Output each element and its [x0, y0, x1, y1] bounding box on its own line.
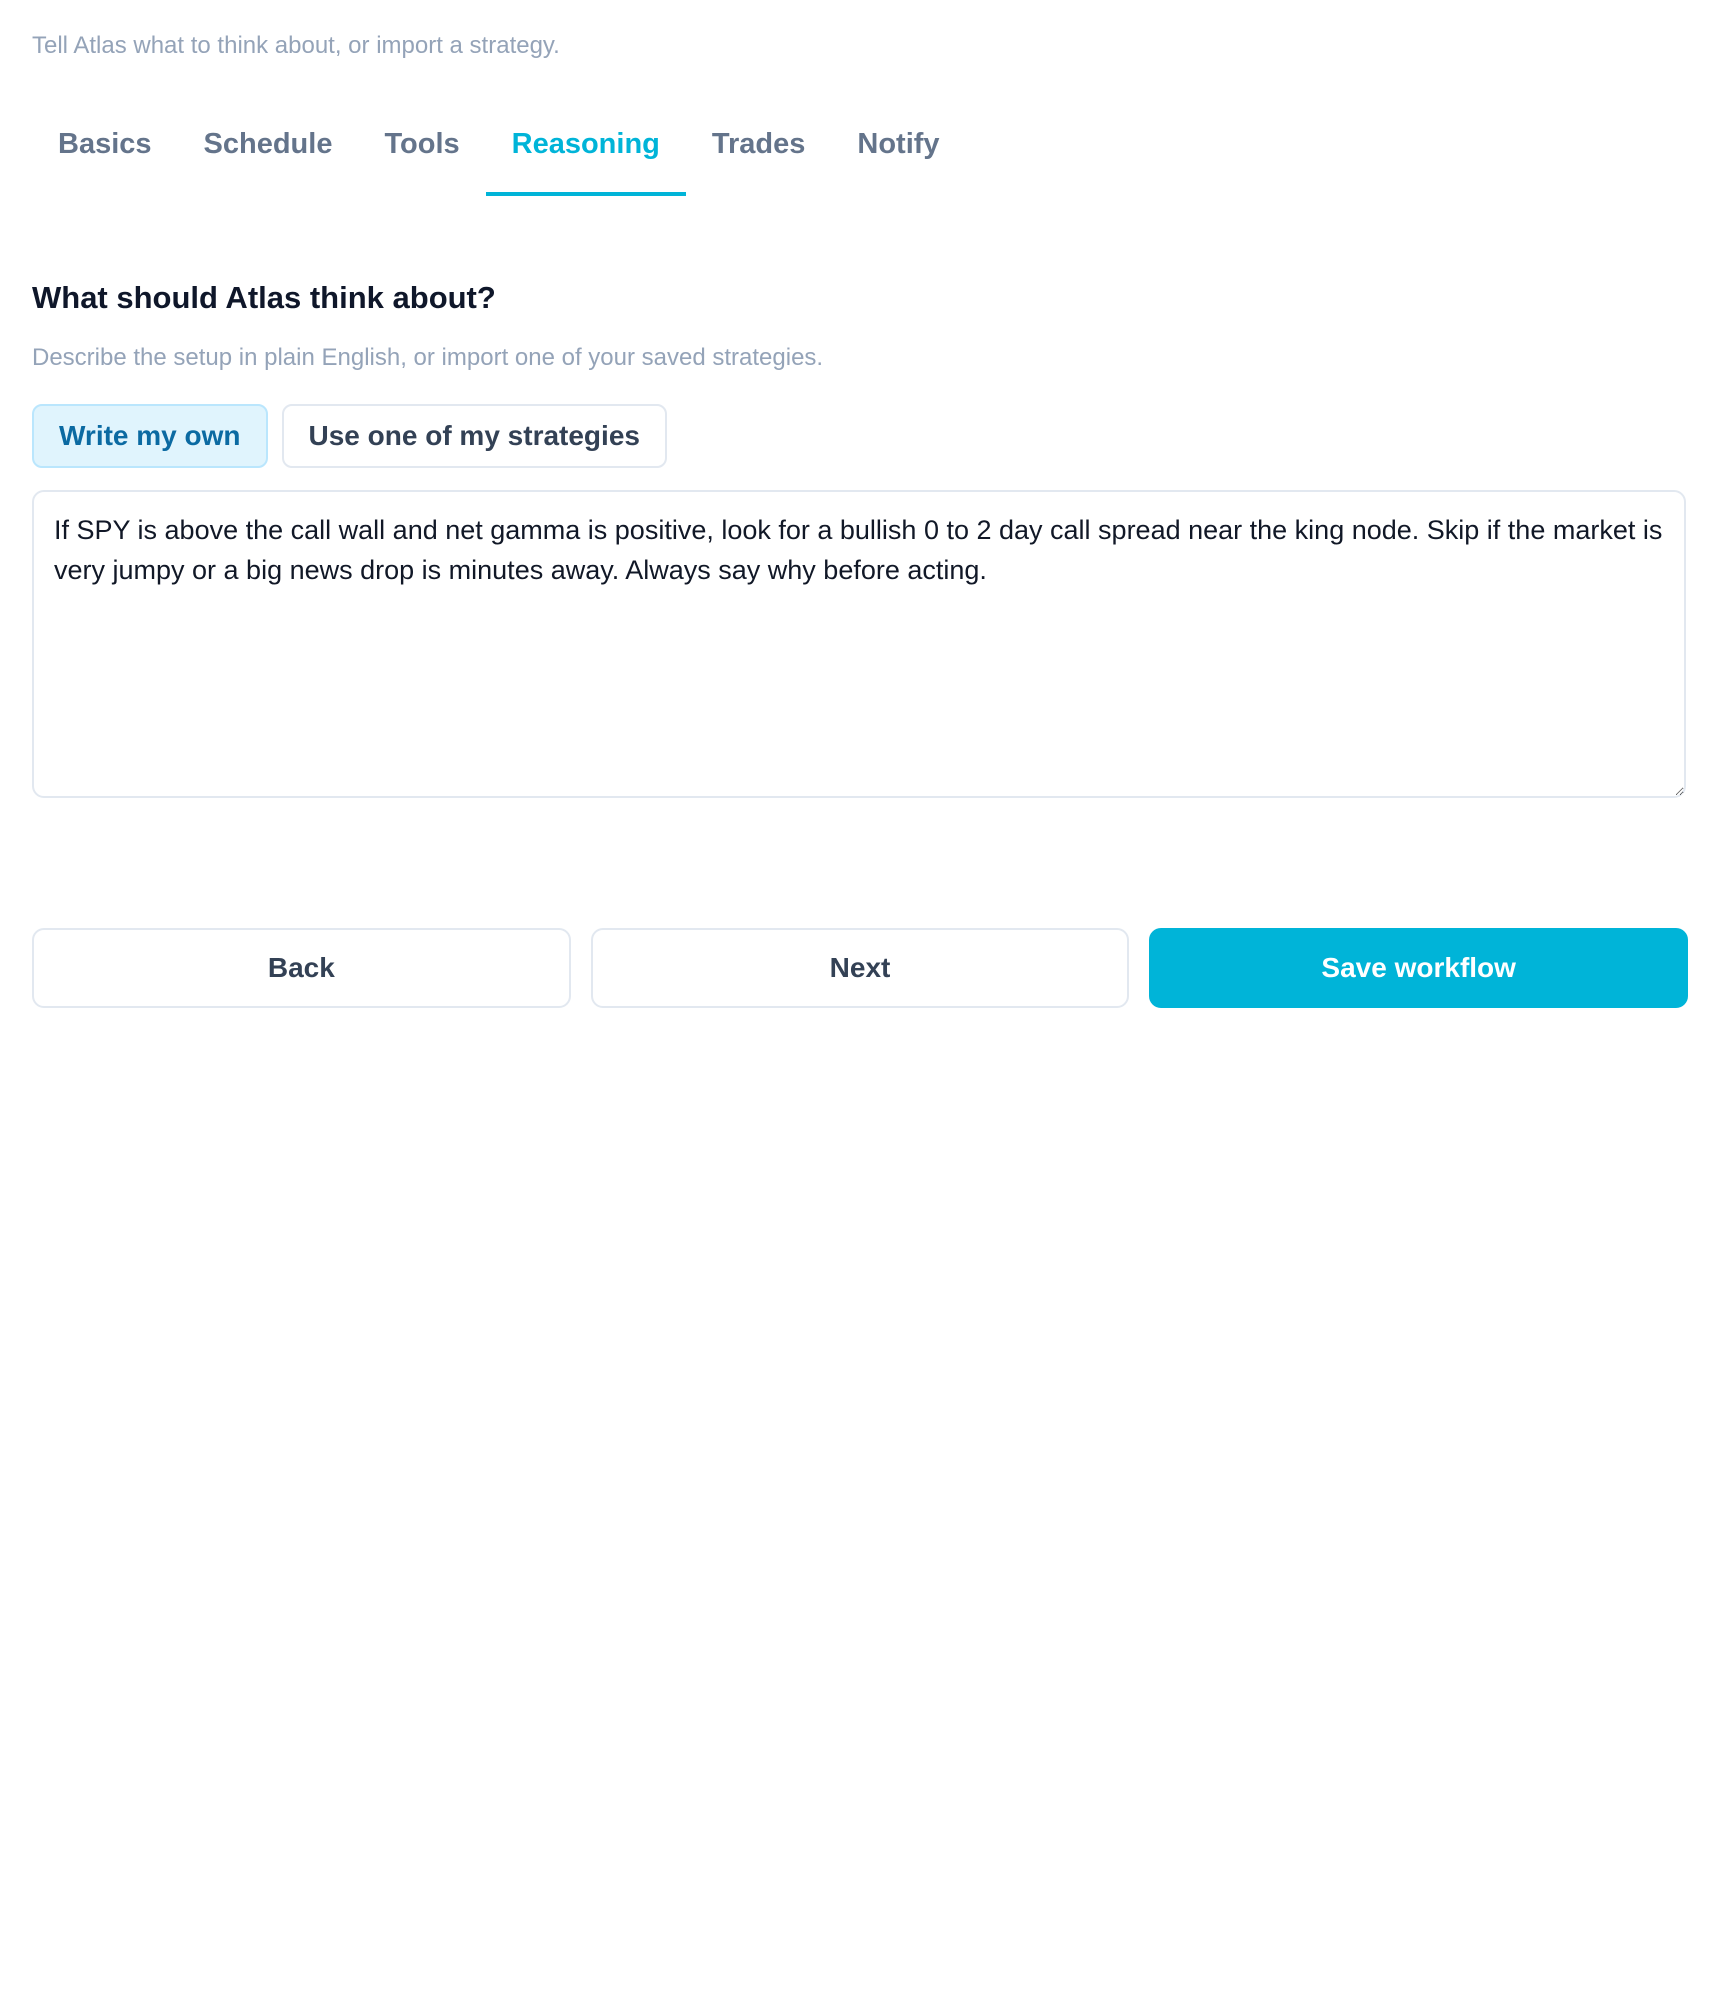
- back-button[interactable]: Back: [32, 928, 571, 1008]
- page-subtitle: Tell Atlas what to think about, or impor…: [32, 32, 560, 59]
- tab-trades[interactable]: Trades: [686, 108, 832, 196]
- next-button[interactable]: Next: [590, 928, 1130, 1008]
- use-strategy-button[interactable]: Use one of my strategies: [281, 404, 667, 468]
- tab-tools[interactable]: Tools: [358, 108, 485, 196]
- reasoning-mode-toggle: Write my own Use one of my strategies: [32, 404, 667, 468]
- tab-basics[interactable]: Basics: [32, 108, 178, 196]
- section-title: What should Atlas think about?: [32, 280, 496, 315]
- reasoning-prompt-textarea[interactable]: [32, 490, 1686, 798]
- section-description: Describe the setup in plain English, or …: [32, 344, 824, 371]
- tab-reasoning[interactable]: Reasoning: [485, 108, 686, 196]
- step-tabs: Basics Schedule Tools Reasoning Trades N…: [32, 108, 966, 196]
- save-workflow-button[interactable]: Save workflow: [1149, 928, 1689, 1008]
- footer-actions: Back Next Save workflow: [32, 928, 1689, 1008]
- tab-notify[interactable]: Notify: [831, 108, 965, 196]
- tab-schedule[interactable]: Schedule: [178, 108, 359, 196]
- write-my-own-button[interactable]: Write my own: [32, 404, 268, 468]
